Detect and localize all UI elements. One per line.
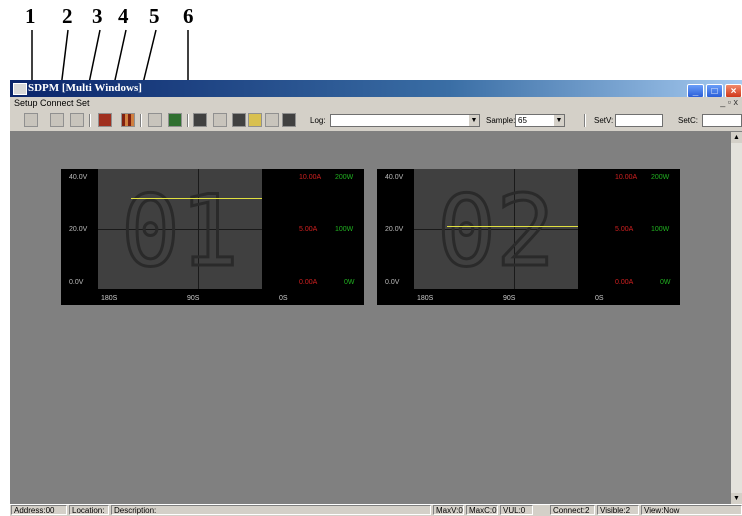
power-scale-label: 0W bbox=[344, 279, 355, 286]
scroll-up-icon[interactable]: ▲ bbox=[731, 132, 742, 143]
y-axis-label: 40.0V bbox=[385, 174, 404, 181]
maximize-button[interactable]: □ bbox=[706, 84, 723, 98]
log-select[interactable]: ▼ bbox=[330, 114, 480, 127]
scroll-down-icon[interactable]: ▼ bbox=[731, 493, 742, 504]
power-scale-label: 200W bbox=[651, 174, 670, 181]
monitor-panel-02[interactable]: 02 40.0V 20.0V 0.0V 10.00A 5.00A 0.00A 2… bbox=[377, 169, 680, 305]
x-axis-label: 90S bbox=[187, 295, 200, 302]
status-visible: Visible:2 bbox=[597, 505, 639, 515]
channel-number: 02 bbox=[437, 175, 555, 289]
connect-icon[interactable] bbox=[168, 113, 182, 127]
chevron-down-icon[interactable]: ▼ bbox=[554, 115, 564, 126]
toolbar-separator bbox=[89, 114, 91, 127]
status-location: Location: bbox=[69, 505, 109, 515]
x-axis-label: 90S bbox=[503, 295, 516, 302]
setv-label: SetV: bbox=[594, 116, 614, 125]
save-icon[interactable] bbox=[193, 113, 207, 127]
toolbar-separator bbox=[584, 114, 586, 127]
setc-label: SetC: bbox=[678, 116, 699, 125]
window-title: SDPM [Multi Windows] bbox=[28, 82, 142, 94]
graph-icon[interactable] bbox=[148, 113, 162, 127]
voltage-trace bbox=[447, 226, 578, 227]
status-view: View:Now bbox=[641, 505, 742, 515]
status-connect: Connect:2 bbox=[550, 505, 595, 515]
current-scale-label: 0.00A bbox=[615, 279, 634, 286]
status-bar: Address:00 Location: Description: MaxV:0… bbox=[10, 504, 742, 516]
multi-window-icon[interactable] bbox=[121, 113, 135, 127]
current-scale-label: 10.00A bbox=[615, 174, 638, 181]
toolbar-separator bbox=[140, 114, 142, 127]
sample-select[interactable]: 65 ▼ bbox=[515, 114, 565, 127]
open-folder-icon[interactable] bbox=[248, 113, 262, 127]
channel-number: 01 bbox=[121, 175, 239, 289]
chart-tool-icon[interactable] bbox=[50, 113, 64, 127]
setv-input[interactable] bbox=[615, 114, 663, 127]
status-address: Address:00 bbox=[11, 505, 67, 515]
status-maxc: MaxC:0 bbox=[466, 505, 498, 515]
vertical-scrollbar[interactable]: ▲ ▼ bbox=[731, 132, 742, 504]
y-axis-label: 40.0V bbox=[69, 174, 88, 181]
app-icon bbox=[13, 83, 27, 95]
status-description: Description: bbox=[111, 505, 431, 515]
chevron-down-icon[interactable]: ▼ bbox=[469, 115, 479, 126]
sample-value: 65 bbox=[518, 116, 527, 125]
minimize-button[interactable]: _ bbox=[687, 84, 704, 98]
window-controls: _ □ × bbox=[685, 81, 742, 98]
y-axis-label: 0.0V bbox=[69, 279, 84, 286]
menu-bar: Setup Connect Set _ ▫ x bbox=[10, 97, 742, 112]
y-axis-label: 20.0V bbox=[385, 226, 404, 233]
plot-area: 02 bbox=[414, 169, 578, 289]
y-axis-label: 0.0V bbox=[385, 279, 400, 286]
x-axis-label: 180S bbox=[101, 295, 118, 302]
sample-label: Sample: bbox=[486, 116, 516, 125]
current-scale-label: 0.00A bbox=[299, 279, 318, 286]
toolbar-separator bbox=[187, 114, 189, 127]
channel-digits: 01 bbox=[119, 174, 240, 290]
export-icon[interactable] bbox=[265, 113, 279, 127]
x-axis-label: 0S bbox=[595, 295, 604, 302]
delete-icon[interactable] bbox=[213, 113, 227, 127]
setc-input[interactable] bbox=[702, 114, 742, 127]
plot-area: 01 bbox=[98, 169, 262, 289]
y-axis-label: 20.0V bbox=[69, 226, 88, 233]
current-scale-label: 5.00A bbox=[615, 226, 634, 233]
meter-tool-icon[interactable] bbox=[70, 113, 84, 127]
current-scale-label: 5.00A bbox=[299, 226, 318, 233]
status-vul: VUL:0 bbox=[500, 505, 533, 515]
single-window-icon[interactable] bbox=[98, 113, 112, 127]
power-scale-label: 200W bbox=[335, 174, 354, 181]
status-maxv: MaxV:0 bbox=[433, 505, 464, 515]
menu-items[interactable]: Setup Connect Set bbox=[14, 98, 90, 108]
log-label: Log: bbox=[310, 116, 326, 125]
channel-digits: 02 bbox=[435, 174, 556, 290]
print-icon[interactable] bbox=[282, 113, 296, 127]
calculator-icon[interactable] bbox=[232, 113, 246, 127]
callout-annotations: 1 2 3 4 5 6 bbox=[0, 0, 742, 117]
power-scale-label: 0W bbox=[660, 279, 671, 286]
power-scale-label: 100W bbox=[651, 226, 670, 233]
x-axis-label: 0S bbox=[279, 295, 288, 302]
voltage-trace bbox=[131, 198, 262, 199]
toolbar: Log: ▼ Sample: 65 ▼ SetV: SetC: bbox=[10, 111, 742, 132]
monitor-panel-01[interactable]: 01 40.0V 20.0V 0.0V 10.00A 5.00A 0.00A 2… bbox=[61, 169, 364, 305]
mdi-controls[interactable]: _ ▫ x bbox=[720, 97, 738, 107]
current-scale-label: 10.00A bbox=[299, 174, 322, 181]
text-tool-icon[interactable] bbox=[24, 113, 38, 127]
power-scale-label: 100W bbox=[335, 226, 354, 233]
x-axis-label: 180S bbox=[417, 295, 434, 302]
title-bar: SDPM [Multi Windows] _ □ × bbox=[10, 80, 742, 98]
close-button[interactable]: × bbox=[725, 84, 742, 98]
